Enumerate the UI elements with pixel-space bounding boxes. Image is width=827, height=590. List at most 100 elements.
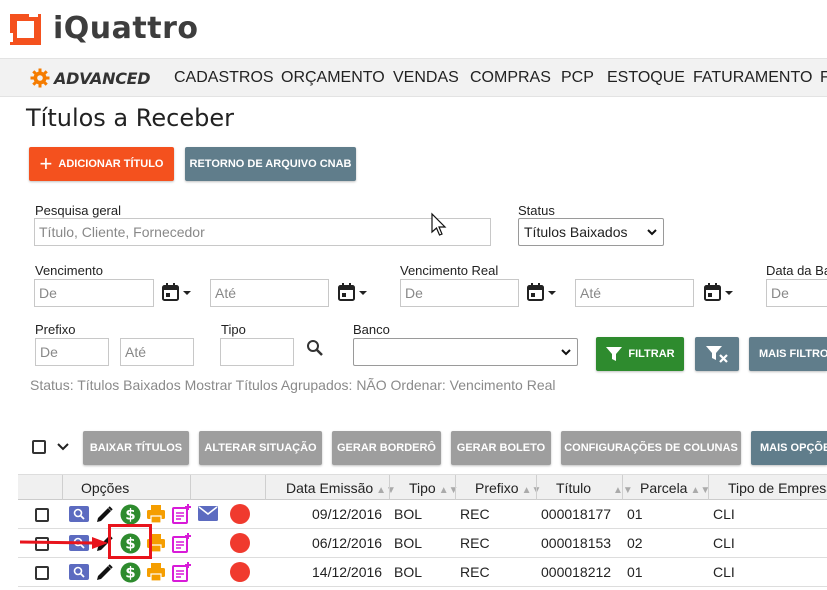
status-value: Títulos Baixados — [524, 224, 628, 240]
chevron-down-icon — [647, 228, 657, 235]
calendar-icon[interactable] — [527, 283, 557, 303]
col-options: Opções — [81, 480, 130, 496]
prefix-to-input[interactable]: Até — [120, 338, 194, 366]
search-icon[interactable] — [306, 339, 324, 357]
status-indicator — [230, 533, 250, 553]
col-issue-date-label: Data Emissão — [286, 480, 374, 496]
filter-label: FILTRAR — [628, 348, 675, 360]
dollar-payment-icon[interactable]: $ — [120, 562, 141, 583]
filter-summary: Status: Títulos Baixados Mostrar Títulos… — [30, 377, 556, 393]
status-select[interactable]: Títulos Baixados — [518, 218, 664, 246]
view-details-icon[interactable] — [69, 564, 89, 580]
dollar-payment-icon[interactable]: $ — [120, 504, 141, 525]
generate-boleto-button[interactable]: GERAR BOLETO — [451, 431, 551, 465]
brand-name: iQuattro — [53, 11, 199, 46]
cell-installment: 01 — [627, 564, 643, 580]
table-header: Opções Data Emissão ▲▼ Tipo ▲▼ Prefixo ▲▼ T… — [18, 474, 827, 501]
clear-filters-button[interactable] — [695, 337, 739, 371]
filter-button[interactable]: FILTRAR — [596, 337, 684, 371]
due-to-input[interactable]: Até — [210, 279, 329, 307]
due-date-label: Vencimento — [35, 263, 103, 278]
edition-label: ADVANCED — [54, 68, 151, 88]
col-company-type[interactable]: Tipo de Empresa — [728, 480, 827, 496]
cnab-return-button[interactable]: RETORNO DE ARQUIVO CNAB — [185, 147, 356, 181]
col-issue-date[interactable]: Data Emissão ▲▼ — [286, 480, 396, 496]
nav-cadastros[interactable]: CADASTROS — [174, 69, 274, 87]
svg-text:$: $ — [125, 564, 135, 582]
bank-label: Banco — [353, 322, 390, 337]
more-filters-button[interactable]: MAIS FILTROS — [749, 337, 827, 371]
cell-title: 000018177 — [541, 506, 612, 522]
view-details-icon[interactable] — [69, 506, 89, 522]
add-title-button[interactable]: + ADICIONAR TÍTULO — [29, 147, 174, 181]
add-title-label: ADICIONAR TÍTULO — [58, 158, 164, 170]
prefix-from-input[interactable]: De — [35, 338, 109, 366]
type-label: Tipo — [221, 322, 246, 337]
real-due-date-label: Vencimento Real — [400, 263, 499, 278]
cell-title: 000018153 — [541, 535, 612, 551]
search-input[interactable]: Título, Cliente, Fornecedor — [34, 218, 491, 246]
cell-prefix: REC — [460, 564, 490, 580]
print-icon[interactable] — [146, 562, 166, 582]
gear-icon — [30, 68, 50, 88]
col-installment-label: Parcela — [640, 480, 688, 496]
more-options-button[interactable]: MAIS OPÇÕES — [751, 431, 827, 465]
change-status-button[interactable]: ALTERAR SITUAÇÃO — [199, 431, 322, 465]
cell-issue-date: 06/12/2016 — [312, 535, 383, 551]
due-from-input[interactable]: De — [34, 279, 154, 307]
prefix-label: Prefixo — [35, 322, 76, 337]
plus-icon: + — [39, 151, 53, 176]
calendar-icon[interactable] — [162, 283, 192, 303]
nav-orcamento[interactable]: ORÇAMENTO — [281, 69, 385, 87]
logo-bar: iQuattro — [0, 0, 827, 58]
nav-faturamento[interactable]: FATURAMENTO — [693, 69, 812, 87]
type-input[interactable] — [220, 338, 294, 366]
cell-title: 000018212 — [541, 564, 612, 580]
funnel-icon — [606, 347, 623, 361]
add-note-icon[interactable] — [172, 503, 192, 525]
bank-select[interactable] — [353, 338, 578, 366]
generate-bordero-button[interactable]: GERAR BORDERÔ — [332, 431, 441, 465]
cell-type: BOL — [394, 535, 423, 551]
col-type[interactable]: Tipo ▲▼ — [409, 480, 459, 496]
edition-badge: ADVANCED — [30, 67, 151, 89]
write-off-from-input[interactable]: De — [766, 279, 827, 307]
cell-type: BOL — [394, 506, 423, 522]
nav-vendas[interactable]: VENDAS — [393, 69, 459, 87]
cell-company-type: CLI — [713, 535, 735, 551]
mouse-cursor-icon — [431, 212, 447, 236]
chevron-down-icon[interactable] — [57, 443, 69, 451]
print-icon[interactable] — [146, 504, 166, 524]
cell-installment: 01 — [627, 506, 643, 522]
nav-compras[interactable]: COMPRAS — [470, 69, 551, 87]
add-note-icon[interactable] — [172, 561, 192, 583]
cell-company-type: CLI — [713, 506, 735, 522]
real-due-to-input[interactable]: Até — [575, 279, 694, 307]
sort-icon: ▲▼ — [376, 485, 396, 496]
edit-pencil-icon[interactable] — [94, 505, 114, 525]
svg-text:$: $ — [125, 506, 135, 524]
real-due-from-input[interactable]: De — [400, 279, 519, 307]
write-off-date-label: Data da Ba — [766, 263, 827, 278]
col-installment[interactable]: Parcela ▲▼ — [640, 480, 710, 496]
cell-type: BOL — [394, 564, 423, 580]
select-all-checkbox[interactable] — [32, 440, 46, 454]
nav-pcp[interactable]: PCP — [561, 69, 594, 87]
col-type-label: Tipo — [409, 480, 436, 496]
nav-truncated-item[interactable]: F — [820, 69, 827, 87]
row-checkbox[interactable] — [35, 566, 49, 580]
column-settings-button[interactable]: CONFIGURAÇÕES DE COLUNAS — [561, 431, 741, 465]
iquattro-logo-icon — [7, 11, 41, 45]
row-checkbox[interactable] — [35, 508, 49, 522]
email-icon[interactable] — [198, 506, 218, 521]
nav-estoque[interactable]: ESTOQUE — [607, 69, 685, 87]
calendar-icon[interactable] — [704, 283, 734, 303]
add-note-icon[interactable] — [172, 532, 192, 554]
write-off-titles-button[interactable]: BAIXAR TÍTULOS — [83, 431, 189, 465]
calendar-icon[interactable] — [338, 283, 368, 303]
clear-filter-icon — [706, 346, 728, 363]
edit-pencil-icon[interactable] — [94, 563, 114, 583]
cell-issue-date: 14/12/2016 — [312, 564, 383, 580]
col-prefix[interactable]: Prefixo ▲▼ — [475, 480, 541, 496]
search-label: Pesquisa geral — [35, 203, 121, 218]
